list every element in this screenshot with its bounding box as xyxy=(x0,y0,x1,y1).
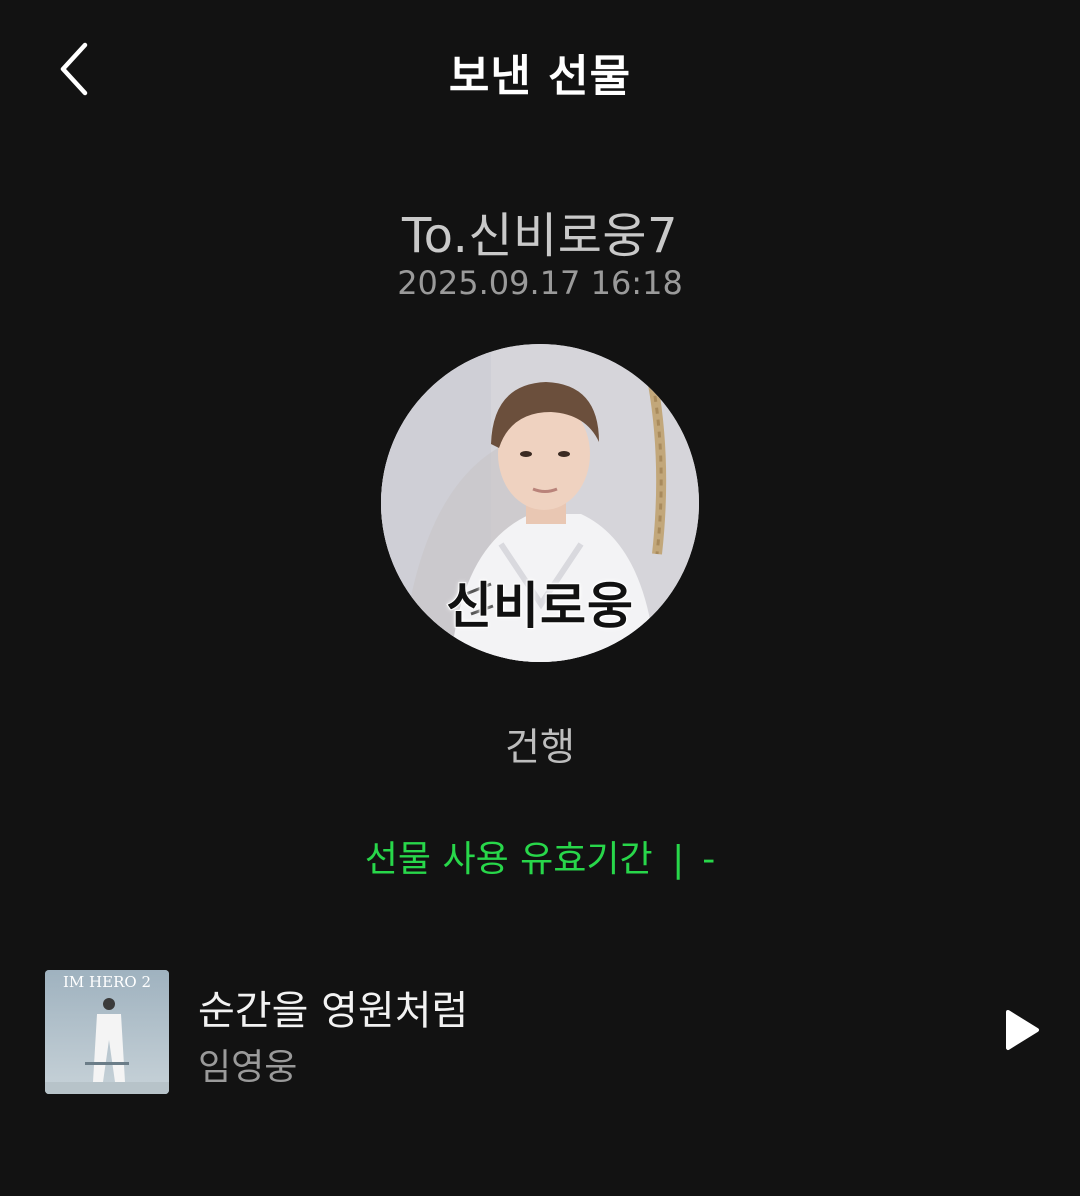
song-artist: 임영웅 xyxy=(198,1047,298,1088)
top-bar: 보낸 선물 xyxy=(0,0,1080,140)
play-icon xyxy=(1004,1009,1040,1055)
validity-value: - xyxy=(702,839,716,880)
gift-song-item[interactable]: IM HERO 2 순간을 영원처럼 임영웅 xyxy=(0,950,1080,1110)
avatar-caption: 신비로웅 xyxy=(445,576,634,636)
recipient-avatar: 신비로웅 xyxy=(381,344,699,662)
validity-label: 선물 사용 유효기간 xyxy=(364,839,653,880)
gift-message: 건행 xyxy=(505,725,575,769)
song-title: 순간을 영원처럼 xyxy=(198,988,469,1034)
gift-validity: 선물 사용 유효기간 | - xyxy=(0,830,1080,882)
play-button[interactable] xyxy=(996,1006,1048,1058)
album-art-text: IM HERO 2 xyxy=(63,973,151,991)
sent-gift-screen: 보낸 선물 To.신비로웅7 2025.09.17 16:18 신비로웅 건행 … xyxy=(0,0,1080,1196)
recipient-name: To.신비로웅7 xyxy=(401,208,679,264)
page-title: 보낸 선물 xyxy=(448,51,632,102)
validity-separator: | xyxy=(672,839,685,880)
album-art: IM HERO 2 xyxy=(45,970,169,1094)
gift-timestamp: 2025.09.17 16:18 xyxy=(397,264,683,302)
